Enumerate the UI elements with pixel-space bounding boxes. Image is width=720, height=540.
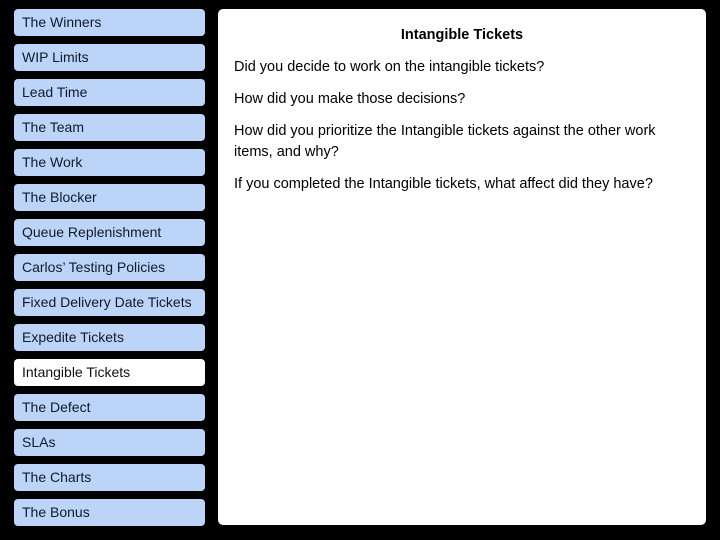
nav-item-carlos-testing-policies[interactable]: Carlos’ Testing Policies xyxy=(14,254,205,281)
nav-item-lead-time[interactable]: Lead Time xyxy=(14,79,205,106)
nav-item-the-charts[interactable]: The Charts xyxy=(14,464,205,491)
nav-item-the-blocker[interactable]: The Blocker xyxy=(14,184,205,211)
nav-item-the-defect[interactable]: The Defect xyxy=(14,394,205,421)
question-text: How did you make those decisions? xyxy=(234,91,466,107)
nav-item-the-bonus[interactable]: The Bonus xyxy=(14,499,205,526)
sidebar-nav: The Winners WIP Limits Lead Time The Tea… xyxy=(14,9,205,534)
nav-item-the-work[interactable]: The Work xyxy=(14,149,205,176)
nav-item-queue-replenishment[interactable]: Queue Replenishment xyxy=(14,219,205,246)
content-panel: Intangible Tickets Did you decide to wor… xyxy=(218,9,706,525)
nav-item-the-winners[interactable]: The Winners xyxy=(14,9,205,36)
nav-item-wip-limits[interactable]: WIP Limits xyxy=(14,44,205,71)
nav-item-intangible-tickets[interactable]: Intangible Tickets xyxy=(14,359,205,386)
nav-item-slas[interactable]: SLAs xyxy=(14,429,205,456)
panel-title: Intangible Tickets xyxy=(400,27,524,43)
question-text: If you completed the Intangible tickets,… xyxy=(234,176,653,192)
nav-item-the-team[interactable]: The Team xyxy=(14,114,205,141)
question-text: Did you decide to work on the intangible… xyxy=(234,59,545,75)
question-text: How did you prioritize the Intangible ti… xyxy=(234,123,656,160)
nav-item-fixed-delivery-date-tickets[interactable]: Fixed Delivery Date Tickets xyxy=(14,289,205,316)
nav-item-expedite-tickets[interactable]: Expedite Tickets xyxy=(14,324,205,351)
